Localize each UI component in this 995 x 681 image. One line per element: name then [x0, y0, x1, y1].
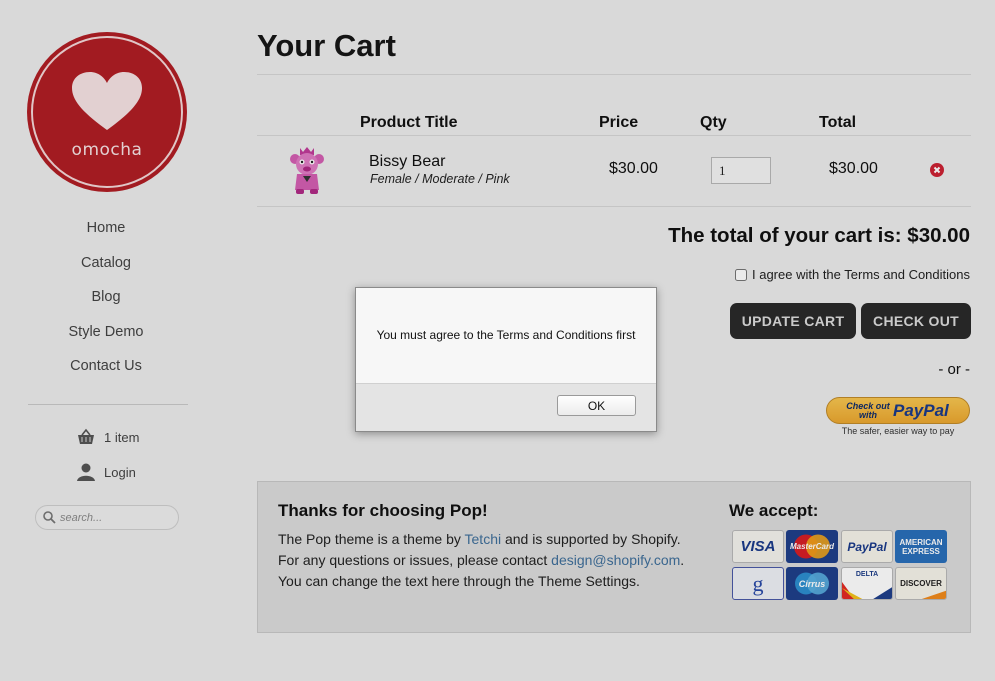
- ok-button[interactable]: OK: [557, 395, 636, 416]
- dialog-footer: OK: [356, 383, 656, 431]
- alert-dialog: You must agree to the Terms and Conditio…: [355, 287, 657, 432]
- dialog-body: You must agree to the Terms and Conditio…: [356, 288, 656, 383]
- dialog-message: You must agree to the Terms and Conditio…: [376, 328, 636, 342]
